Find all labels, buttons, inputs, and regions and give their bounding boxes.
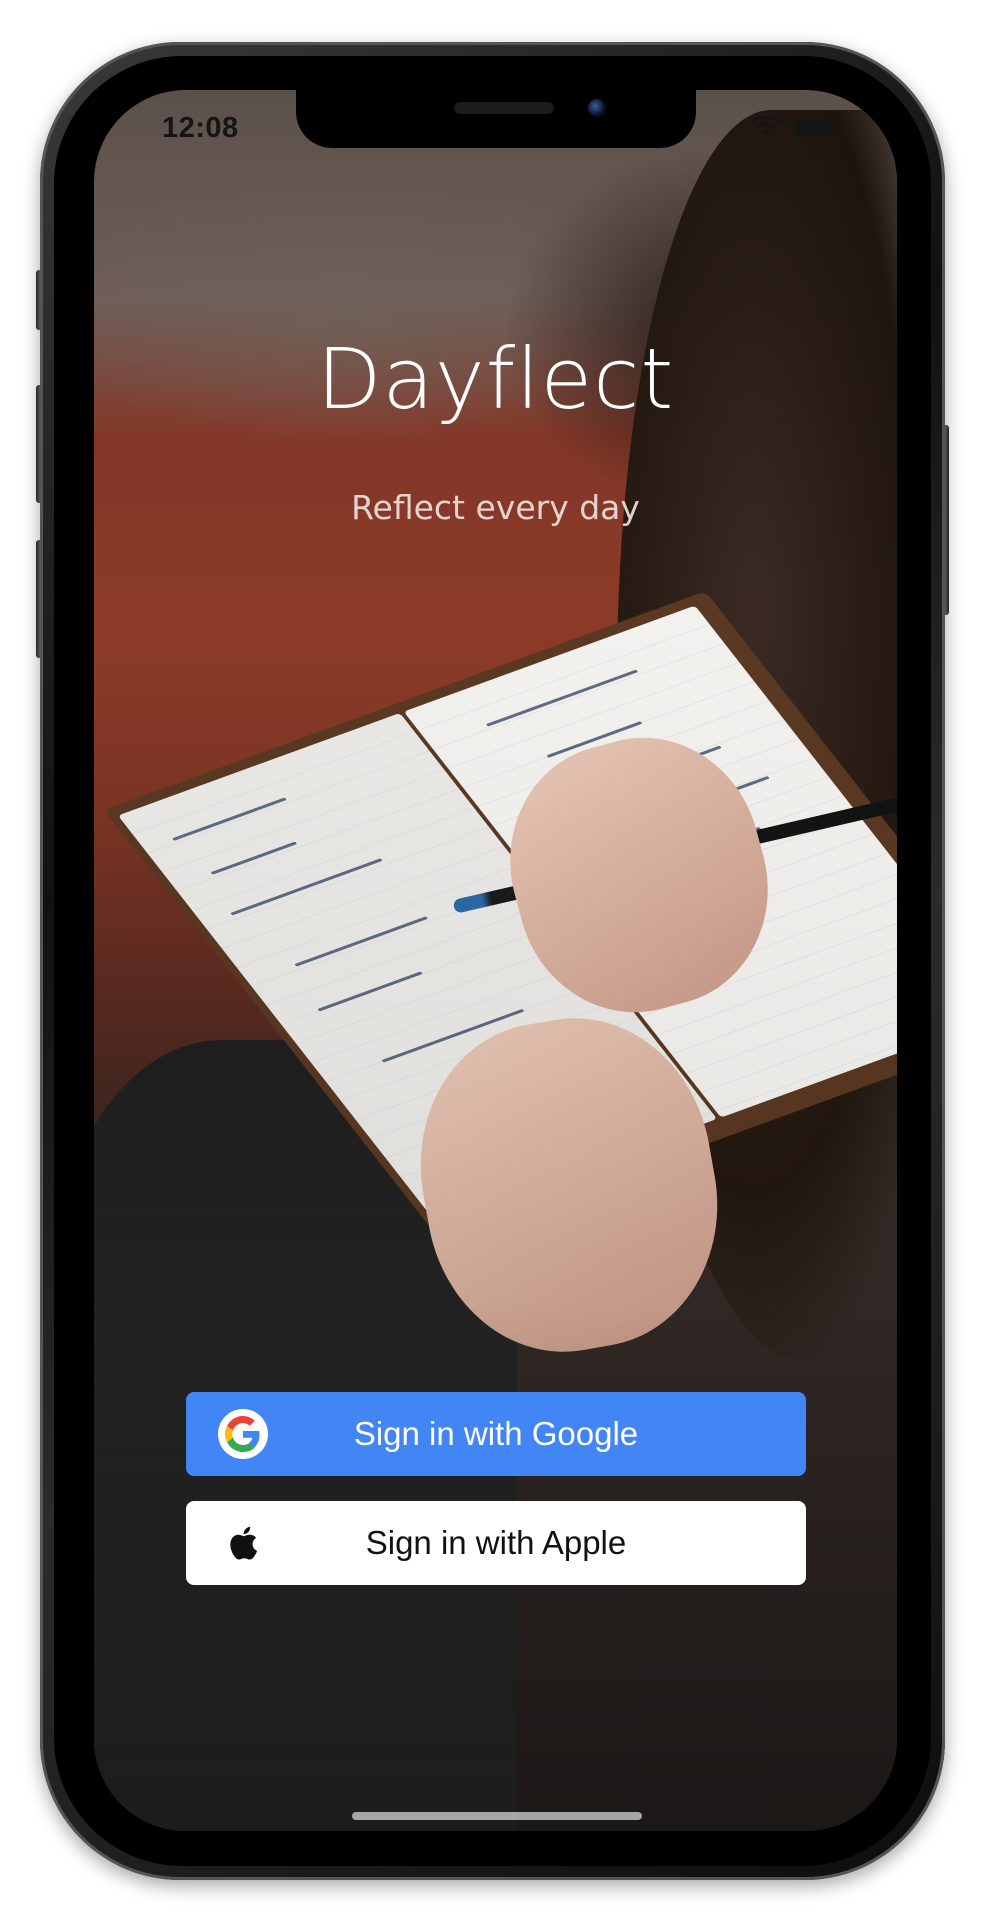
- sign-in-with-google-button[interactable]: Sign in with Google: [186, 1392, 806, 1476]
- wifi-icon: [751, 116, 781, 136]
- google-button-label: Sign in with Google: [353, 1415, 639, 1452]
- app-tagline: Reflect every day: [351, 488, 640, 527]
- earpiece-speaker: [454, 102, 554, 114]
- device-notch: [296, 90, 696, 148]
- front-camera: [588, 99, 606, 117]
- status-bar-time: 12:08: [162, 112, 239, 144]
- battery-icon: [794, 120, 832, 136]
- app-title: Dayflect: [316, 330, 675, 428]
- login-screen: 12:08 Dayflect Reflect every day Sign in…: [94, 90, 897, 1831]
- apple-logo-icon: [218, 1518, 268, 1568]
- google-logo-icon: [218, 1409, 268, 1459]
- sign-in-with-apple-button[interactable]: Sign in with Apple: [186, 1501, 806, 1585]
- apple-button-label: Sign in with Apple: [365, 1524, 627, 1561]
- page: 12:08 Dayflect Reflect every day Sign in…: [0, 0, 985, 1918]
- home-indicator[interactable]: [352, 1812, 642, 1820]
